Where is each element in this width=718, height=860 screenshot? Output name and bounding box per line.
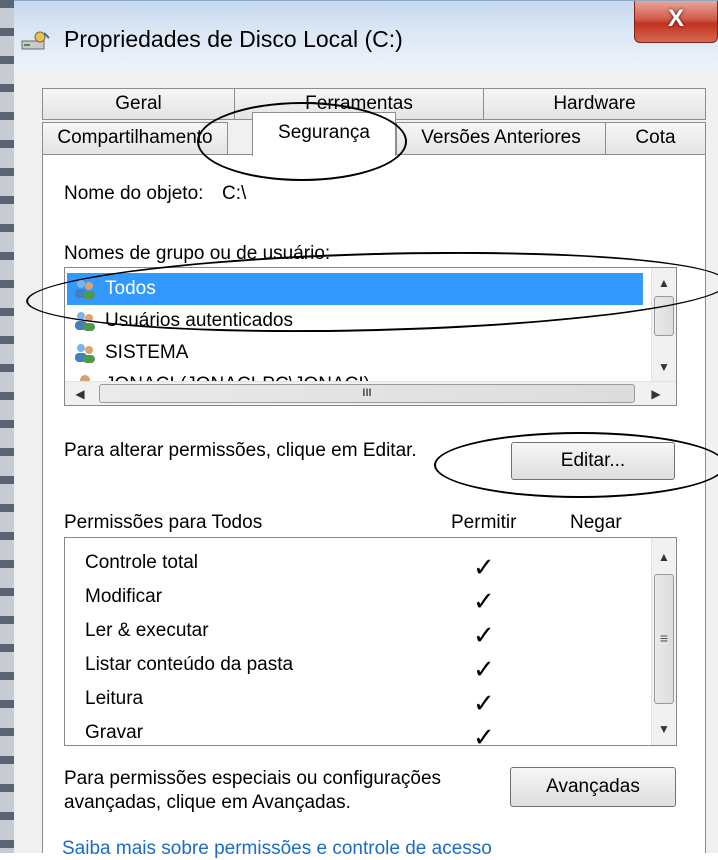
advanced-hint-line2: avançadas, clique em Avançadas. <box>64 792 351 813</box>
scroll-left-icon[interactable]: ◀ <box>69 383 91 405</box>
advanced-hint-line1: Para permissões especiais ou configuraçõ… <box>64 768 442 789</box>
advanced-button[interactable]: Avançadas <box>510 767 676 807</box>
permissions-list[interactable]: Controle total Modificar Ler & executar … <box>64 537 677 746</box>
drive-properties-icon <box>21 31 50 50</box>
group-list-vscrollbar[interactable]: ▲ ▼ <box>651 268 676 381</box>
tab-geral[interactable]: Geral <box>42 88 235 120</box>
users-group-icon <box>75 312 95 331</box>
close-button[interactable]: X <box>634 1 718 43</box>
scroll-up-icon[interactable]: ▲ <box>653 546 675 568</box>
scroll-right-icon[interactable]: ▶ <box>645 383 667 405</box>
window-title: Propriedades de Disco Local (C:) <box>64 26 403 52</box>
title-bar[interactable]: Propriedades de Disco Local (C:) X <box>14 0 718 71</box>
deny-column-header: Negar <box>570 512 622 533</box>
permission-ler-executar: Ler & executar <box>85 620 209 641</box>
scroll-down-icon[interactable]: ▼ <box>653 356 675 378</box>
list-item-label: Todos <box>105 278 156 299</box>
list-item-sistema[interactable]: SISTEMA <box>67 337 643 369</box>
object-name-value: C:\ <box>222 183 247 204</box>
users-group-icon <box>75 280 95 299</box>
permissions-vscrollbar[interactable]: ▲ ≡ ▼ <box>651 538 676 745</box>
list-item-usuarios-autenticados[interactable]: Usuários autenticados <box>67 305 643 337</box>
scroll-up-icon[interactable]: ▲ <box>653 272 675 294</box>
learn-more-link[interactable]: Saiba mais sobre permissões e controle d… <box>62 838 492 860</box>
properties-dialog: Propriedades de Disco Local (C:) X Geral… <box>14 0 718 859</box>
allow-column-header: Permitir <box>451 512 517 533</box>
allow-check-icon: ✓ <box>473 654 495 684</box>
list-item-label: SISTEMA <box>105 342 189 363</box>
object-name-label: Nome do objeto: <box>64 183 204 204</box>
list-item-label: Usuários autenticados <box>105 310 293 331</box>
permission-controle-total: Controle total <box>85 552 199 573</box>
tab-versoes-anteriores[interactable]: Versões Anteriores <box>396 122 606 155</box>
edit-button[interactable]: Editar... <box>511 442 675 480</box>
tab-compartilhamento[interactable]: Compartilhamento <box>42 122 228 155</box>
tab-seguranca[interactable]: Segurança <box>252 112 396 156</box>
edit-hint-text: Para alterar permissões, clique em Edita… <box>64 440 417 461</box>
background-window-edge <box>0 0 14 853</box>
permissions-title: Permissões para Todos <box>64 512 263 533</box>
allow-check-icon: ✓ <box>473 722 495 746</box>
hscroll-thumb[interactable]: III <box>99 384 635 403</box>
allow-check-icon: ✓ <box>473 586 495 616</box>
scroll-thumb[interactable]: ≡ <box>654 574 674 704</box>
tab-hardware[interactable]: Hardware <box>483 88 706 120</box>
permission-modificar: Modificar <box>85 586 163 607</box>
allow-check-icon: ✓ <box>473 688 495 718</box>
scroll-thumb[interactable] <box>654 296 674 336</box>
permission-leitura: Leitura <box>85 688 144 709</box>
list-item-todos[interactable]: Todos <box>67 273 643 305</box>
permission-listar-conteudo: Listar conteúdo da pasta <box>85 654 294 675</box>
group-list-hscrollbar[interactable]: ◀ III ▶ <box>65 381 676 405</box>
allow-check-icon: ✓ <box>473 552 495 582</box>
group-names-label: Nomes de grupo ou de usuário: <box>64 243 331 264</box>
permission-gravar: Gravar <box>85 722 144 743</box>
tab-cota[interactable]: Cota <box>605 122 706 155</box>
group-user-list[interactable]: Todos Usuários autenticados SISTEMA JONA… <box>64 267 677 406</box>
allow-check-icon: ✓ <box>473 620 495 650</box>
close-icon: X <box>667 5 684 32</box>
scroll-down-icon[interactable]: ▼ <box>653 718 675 740</box>
users-group-icon <box>75 344 95 363</box>
